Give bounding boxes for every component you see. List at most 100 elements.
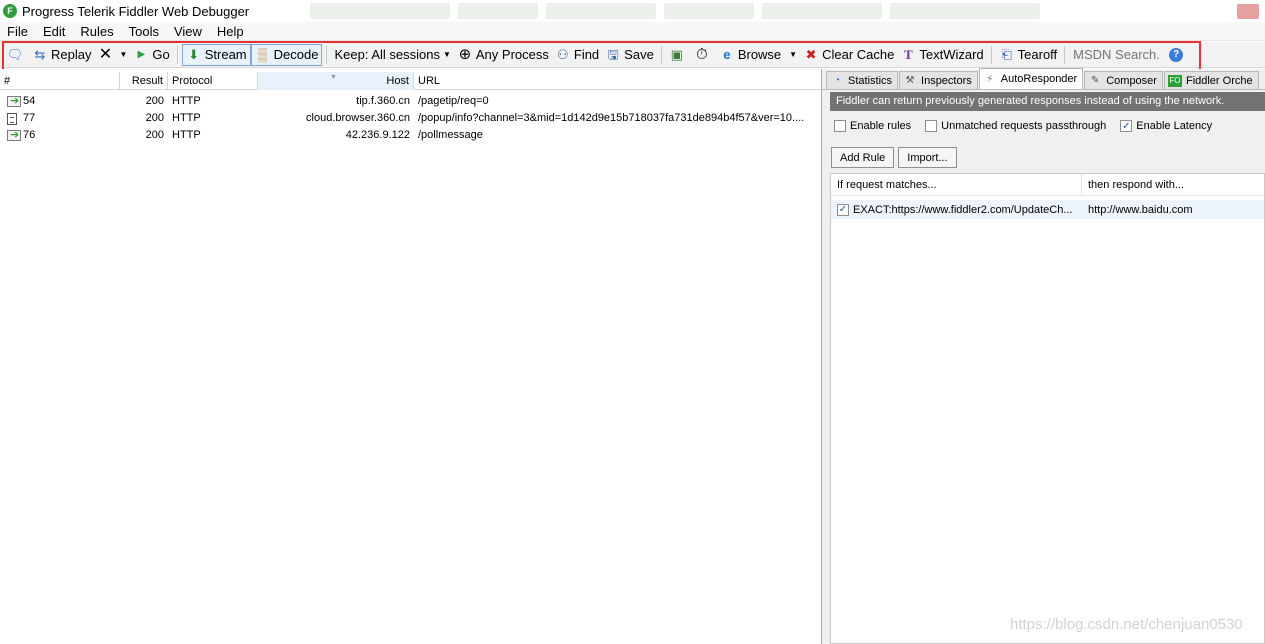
crosshair-icon: ⊕ [458,46,472,63]
add-rule-button[interactable]: Add Rule [831,147,895,168]
toolbar-divider [326,45,328,64]
toolbar-divider [1064,45,1066,64]
chevron-down-icon: ▼ [789,50,798,59]
session-number-cell: 76 [0,127,120,144]
session-number-cell: 54 [0,93,120,110]
menu-edit[interactable]: Edit [43,24,65,39]
autoresponder-options: Enable rules Unmatched requests passthro… [834,120,1226,132]
tab-label: Inspectors [921,74,972,87]
enable-latency-checkbox[interactable]: ✓ [1120,120,1133,132]
tab-statistics[interactable]: ◔ Statistics [826,71,899,89]
tab-inspectors[interactable]: ⚒ Inspectors [899,71,978,89]
toolbar-divider [660,45,662,64]
decode-button[interactable]: ▒ Decode [250,43,323,66]
import-button[interactable]: Import... [898,147,957,168]
column-header-number[interactable]: # [0,72,120,90]
menu-view[interactable]: View [174,24,202,39]
any-process-label: Any Process [475,47,549,62]
tab-fiddler-orchestra[interactable]: FO Fiddler Orche [1163,71,1259,89]
inspectors-icon: ⚒ [905,75,915,86]
toolbar: 🗨 ⇆ Replay ✕ ▼ ▶ Go ⬇ Stream ▒ Decode Ke… [0,42,1265,68]
column-header-respond[interactable]: then respond with... [1082,174,1264,195]
blurred-tab [546,3,656,19]
comment-button[interactable]: 🗨 [4,44,29,66]
binoculars-icon: ⚇ [557,47,569,62]
remove-button[interactable]: ✕ ▼ [94,44,130,66]
composer-icon: ✎ [1091,75,1100,86]
browse-button[interactable]: e Browse ▼ [716,44,800,66]
enable-rules-option[interactable]: Enable rules [834,120,911,132]
column-header-host[interactable]: ▼ Host [258,72,414,90]
column-header-result[interactable]: Result [120,72,168,90]
keep-label: Keep: All sessions [334,47,440,62]
host-cell: cloud.browser.360.cn [306,112,410,124]
save-button[interactable]: 🖫 Save [602,44,657,66]
result-cell: 200 [145,112,164,124]
table-row[interactable]: 77 200 HTTP cloud.browser.360.cn /popup/… [0,110,820,127]
rules-header: If request matches... then respond with.… [831,174,1264,196]
inspector-tabstrip: ◔ Statistics ⚒ Inspectors ⚡ AutoResponde… [822,68,1265,90]
window-title: Progress Telerik Fiddler Web Debugger [22,3,250,19]
go-button[interactable]: ▶ Go [130,44,172,66]
speech-bubble-icon: 🗨 [6,47,24,62]
menu-help[interactable]: Help [217,24,244,39]
menu-file[interactable]: File [7,24,28,39]
session-number: 77 [23,112,36,124]
tab-composer[interactable]: ✎ Composer [1084,71,1163,89]
sort-arrow-icon: ▼ [330,74,337,81]
stopwatch-icon: ⏱ [695,46,708,63]
clear-cache-label: Clear Cache [822,47,895,62]
table-row[interactable]: 76 200 HTTP 42.236.9.122 /pollmessage [0,127,820,144]
url-cell: /pagetip/req=0 [418,95,489,107]
unmatched-passthrough-checkbox[interactable] [925,120,938,132]
textwizard-button[interactable]: T TextWizard [897,44,986,66]
watermark: https://blog.csdn.net/chenjuan0530 [1010,616,1243,633]
textwizard-icon: T [904,47,913,62]
column-header-url[interactable]: URL [414,72,820,90]
rule-row[interactable]: ✓ EXACT:https://www.fiddler2.com/UpdateC… [831,200,1264,219]
close-button[interactable] [1237,4,1259,19]
result-cell: 200 [145,129,164,141]
rule-respond-text: http://www.baidu.com [1088,203,1193,216]
taskbar-blur [310,3,1040,19]
right-panel: ◔ Statistics ⚒ Inspectors ⚡ AutoResponde… [822,68,1265,644]
stream-arrow-icon: ⬇ [188,47,200,62]
rule-buttons: Add Rule Import... [831,147,961,168]
save-label: Save [624,47,654,62]
protocol-cell: HTTP [172,112,201,124]
replay-button[interactable]: ⇆ Replay [29,44,94,66]
tearoff-button[interactable]: ⎗ Tearoff [996,44,1061,66]
blurred-tab [664,3,754,19]
msdn-search-input[interactable] [1069,44,1166,65]
tab-autoresponder[interactable]: ⚡ AutoResponder [978,68,1084,89]
host-cell: 42.236.9.122 [345,129,410,141]
timer-button[interactable]: ⏱ [691,44,716,66]
enable-rules-checkbox[interactable] [834,120,846,132]
any-process-button[interactable]: ⊕ Any Process [454,44,552,66]
keep-sessions-dropdown[interactable]: Keep: All sessions ▼ [331,44,453,66]
result-cell: 200 [145,95,164,107]
tearoff-label: Tearoff [1017,47,1058,62]
enable-latency-option[interactable]: ✓ Enable Latency [1120,120,1212,132]
statistics-icon: ◔ [833,75,841,86]
column-header-match[interactable]: If request matches... [831,174,1082,195]
toolbar-divider [176,45,178,64]
column-header-protocol[interactable]: Protocol [168,72,258,90]
screenshot-button[interactable]: ▣ [666,44,691,66]
session-number: 54 [23,95,36,107]
rule-enabled-checkbox[interactable]: ✓ [837,203,849,216]
table-row[interactable]: 54 200 HTTP tip.f.360.cn /pagetip/req=0 [0,93,820,110]
enable-latency-label: Enable Latency [1136,120,1213,132]
menu-tools[interactable]: Tools [129,24,159,39]
help-icon[interactable]: ? [1169,47,1184,62]
replay-icon: ⇆ [34,47,46,62]
stream-button[interactable]: ⬇ Stream [181,43,251,66]
sessions-panel: # Result Protocol ▼ Host URL 54 200 HTTP… [0,69,822,644]
host-cell: tip.f.360.cn [356,95,410,107]
find-button[interactable]: ⚇ Find [552,44,602,66]
menu-rules[interactable]: Rules [80,24,113,39]
clear-cache-button[interactable]: ✖ Clear Cache [800,44,897,66]
blurred-tab [762,3,882,19]
unmatched-passthrough-option[interactable]: Unmatched requests passthrough [925,120,1106,132]
session-number-cell: 77 [0,110,120,127]
